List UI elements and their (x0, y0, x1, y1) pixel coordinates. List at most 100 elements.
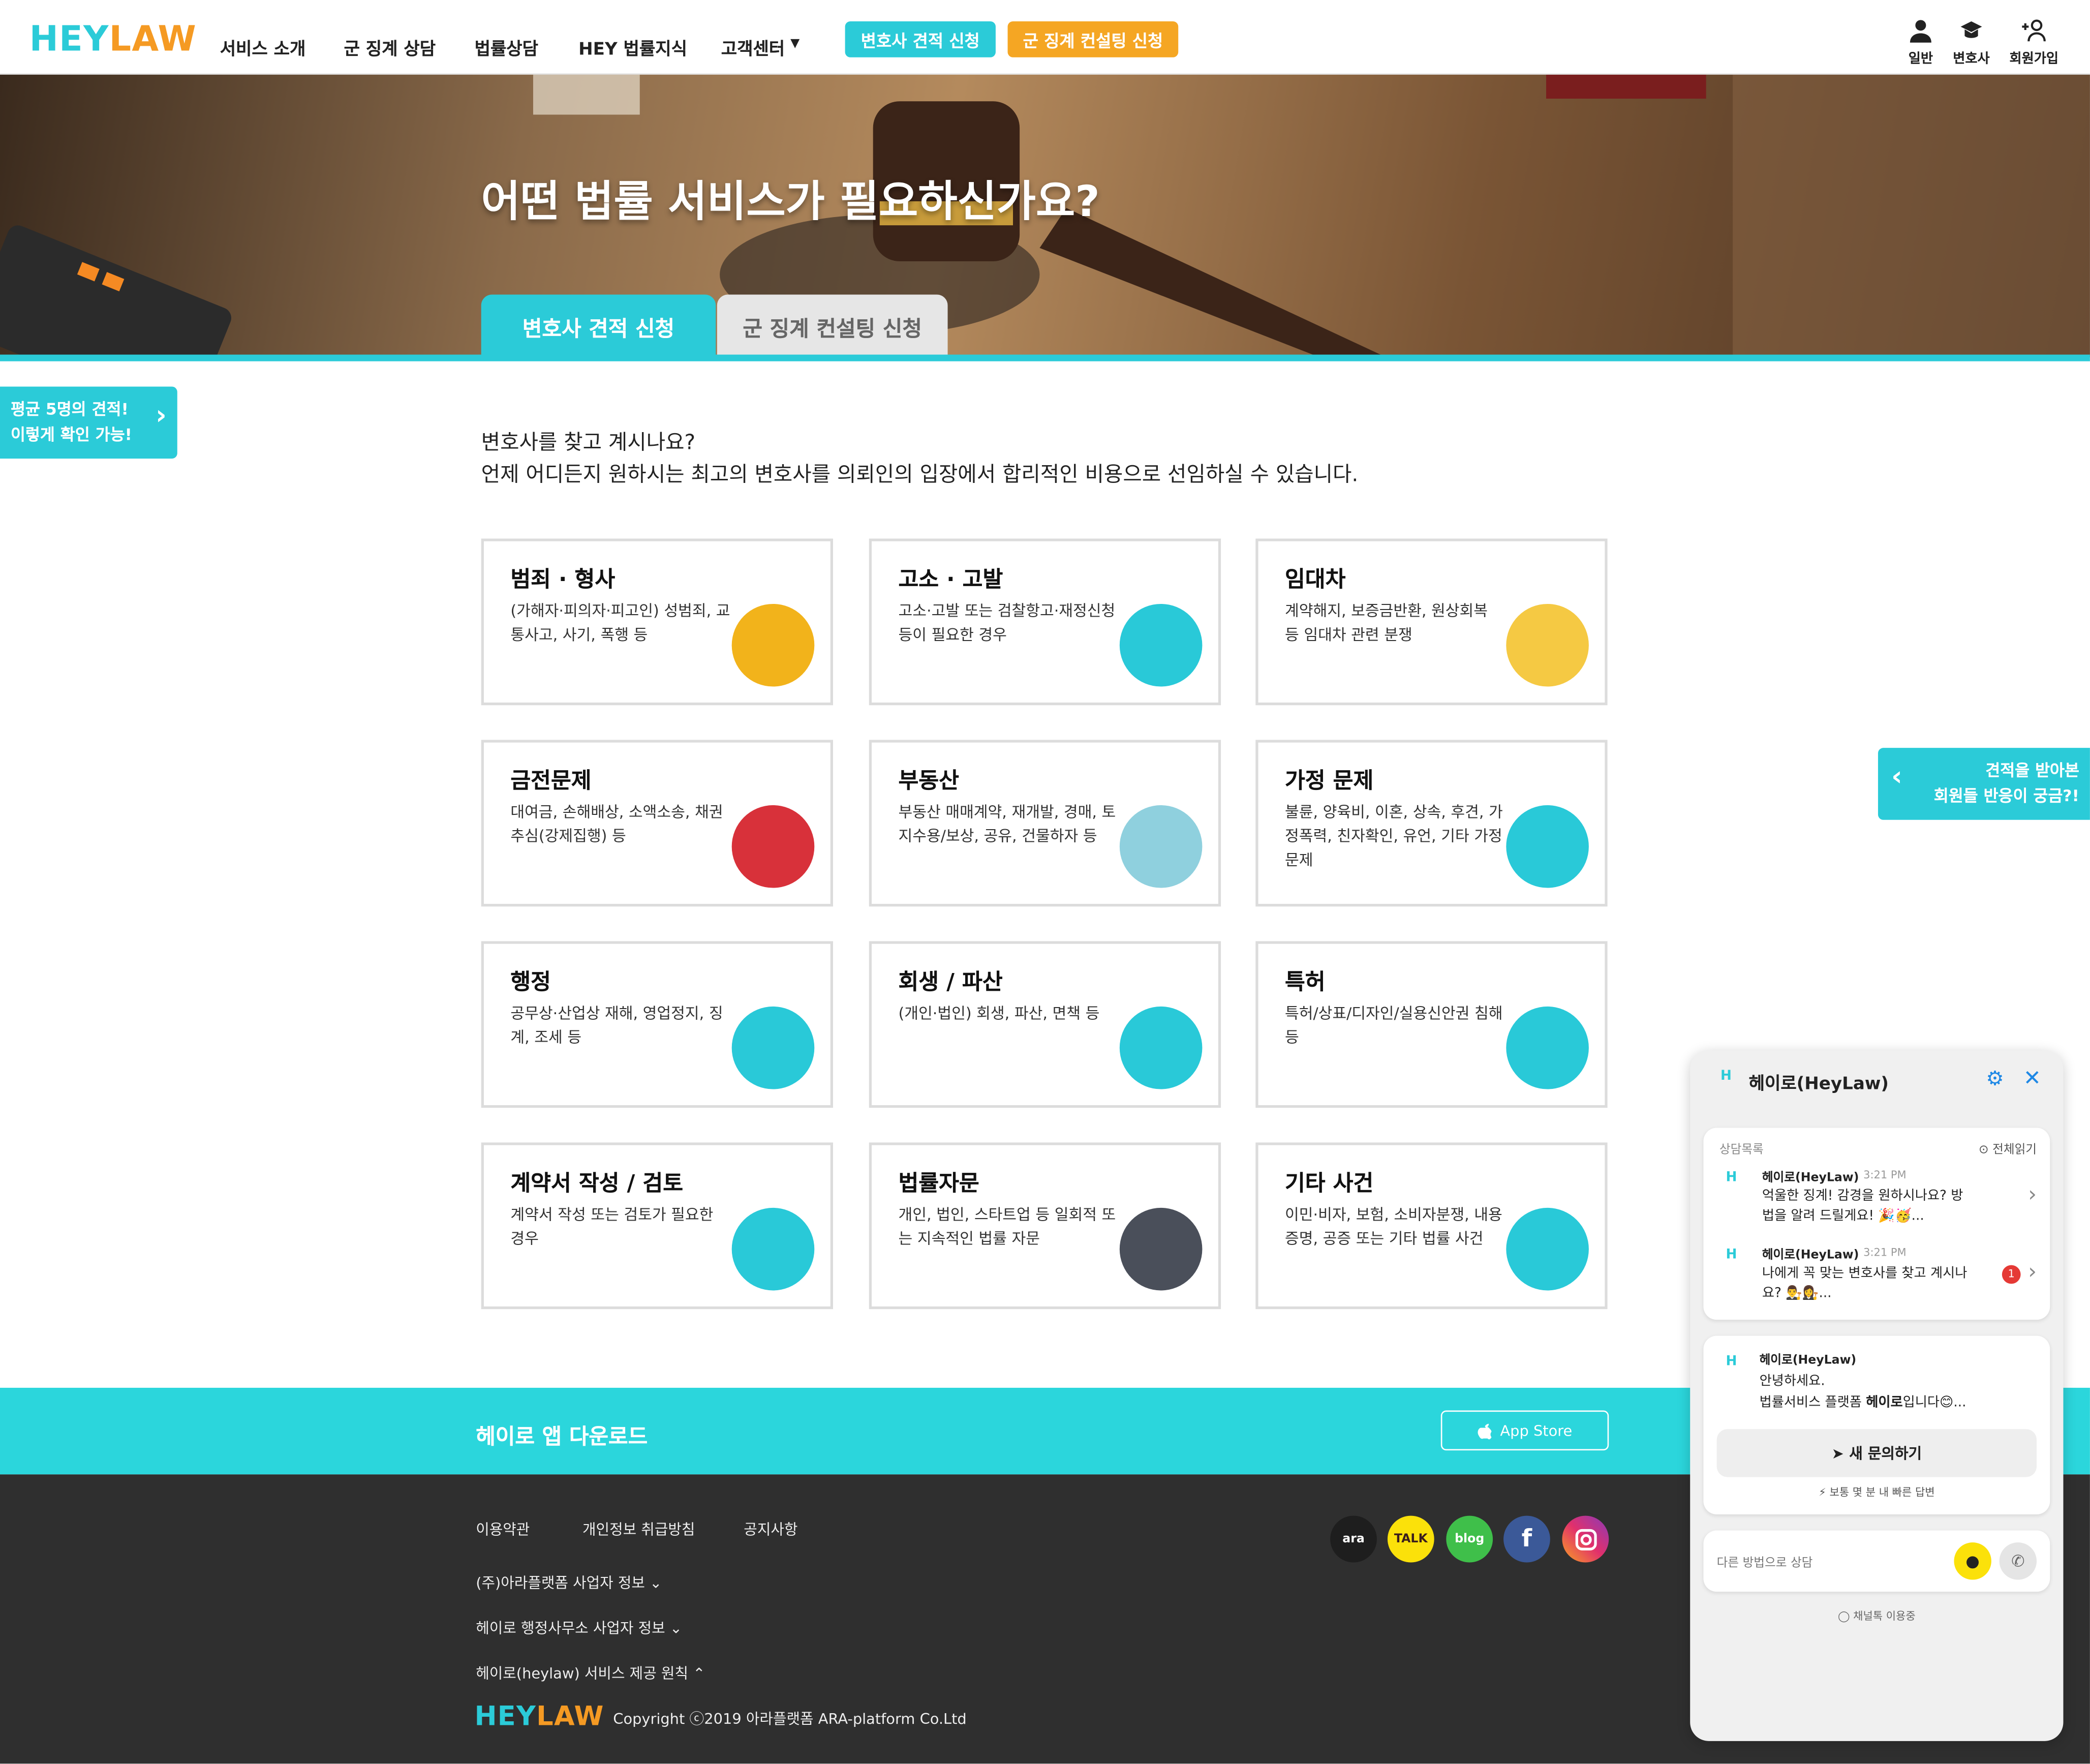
tab-military-consulting[interactable]: 군 징계 컨설팅 신청 (717, 294, 948, 357)
app-download-title: 헤이로 앱 다운로드 (476, 1423, 648, 1449)
category-card[interactable]: 특허특허/상표/디자인/실용신안권 침해 등 (1255, 941, 1608, 1108)
inbox-icon (1506, 1207, 1589, 1291)
chat-widget[interactable]: H 헤이로(HeyLaw) ⚙ ✕ 상담목록 ⊙ 전체읽기 H 헤이로(HeyL… (1690, 1050, 2064, 1741)
footer-biz-info-ara[interactable]: (주)아라플랫폼 사업자 정보 ⌄ (476, 1572, 662, 1593)
footer-service-principles[interactable]: 헤이로(heylaw) 서비스 제공 원칙 ⌃ (476, 1662, 705, 1684)
chevron-left-icon: ‹ (1891, 759, 1902, 792)
app-store-button[interactable]: App Store (1440, 1410, 1609, 1451)
blog-icon[interactable]: blog (1446, 1515, 1493, 1563)
footer-biz-info-office[interactable]: 헤이로 행정사무소 사업자 정보 ⌄ (476, 1617, 682, 1638)
category-description: 고소·고발 또는 검찰항고·재정신청 등이 필요한 경우 (898, 601, 1116, 644)
side-left-line1: 평균 5명의 견적! (10, 400, 129, 419)
send-icon: ➤ (1831, 1444, 1844, 1462)
category-description: (개인·법인) 회생, 파산, 면책 등 (898, 1003, 1100, 1023)
heylaw-logo[interactable]: HEYLAW (29, 20, 197, 60)
hero-banner: 어떤 법률 서비스가 필요하신가요? 변호사 견적 신청 군 징계 컨설팅 신청 (0, 74, 2090, 357)
msg-sender: 헤이로(HeyLaw) (1762, 1172, 1859, 1185)
category-card[interactable]: 고소 · 고발 고소·고발 또는 검찰항고·재정신청 등이 필요한 경우 (869, 538, 1221, 706)
building-icon (1506, 603, 1589, 687)
tab-lawyer-quote[interactable]: 변호사 견적 신청 (481, 294, 716, 357)
lawyer-user-button[interactable]: 변호사 (1945, 19, 1998, 67)
category-card[interactable]: 법률자문 개인, 법인, 스타트업 등 일회적 또는 지속적인 법률 자문 (869, 1142, 1221, 1310)
unread-badge: 1 (2002, 1265, 2021, 1284)
close-icon[interactable]: ✕ (2023, 1065, 2041, 1090)
category-card[interactable]: 금전문제대여금, 손해배상, 소액소송, 채권추심(강제집행) 등 (481, 740, 833, 907)
other-method-box: 다른 방법으로 상담 ● ✆ (1703, 1530, 2050, 1592)
category-card[interactable]: 임대차 계약해지, 보증금반환, 원상회복 등 임대차 관련 분쟁 (1255, 538, 1608, 706)
category-card[interactable]: 범죄 · 형사 (가해자·피의자·피고인) 성범죄, 교통사고, 사기, 폭행 등 (481, 538, 833, 706)
category-title: 법률자문 (898, 1170, 979, 1196)
heylaw-mini-logo: H (1720, 1069, 1732, 1084)
category-title: 기타 사건 (1284, 1170, 1374, 1196)
category-description: 특허/상표/디자인/실용신안권 침해 등 (1284, 1003, 1503, 1047)
add-user-icon (2022, 19, 2046, 42)
kakao-chat-icon[interactable]: ● (1954, 1542, 1991, 1580)
scissors-money-icon (1119, 1006, 1203, 1089)
category-card[interactable]: 기타 사건 이민·비자, 보험, 소비자분쟁, 내용증명, 공증 또는 기타 법률… (1255, 1142, 1608, 1310)
instagram-icon[interactable] (1562, 1515, 1609, 1563)
side-right-line1: 견적을 받아본 (1985, 761, 2079, 780)
category-title: 금전문제 (510, 768, 592, 794)
category-card[interactable]: 가정 문제불륜, 양육비, 이혼, 상속, 후견, 가정폭력, 친자확인, 유언… (1255, 740, 1608, 907)
category-title: 가정 문제 (1284, 768, 1374, 794)
chat-greeting-box: H 헤이로(HeyLaw) 안녕하세요. 법률서비스 플랫폼 헤이로입니다😊..… (1703, 1335, 2050, 1515)
read-all-button[interactable]: ⊙ 전체읽기 (1979, 1140, 2037, 1157)
chat-list-item[interactable]: H 헤이로(HeyLaw) 3:21 PM 나에게 꼭 맞는 변호사를 찾고 계… (1703, 1240, 2050, 1315)
general-user-button[interactable]: 일반 (1894, 19, 1947, 67)
side-right-line2: 회원들 반응이 궁금?! (1933, 786, 2079, 805)
greet-line1: 안녕하세요. (1759, 1374, 1825, 1389)
footer-privacy-link[interactable]: 개인정보 취급방침 (582, 1518, 695, 1540)
military-consulting-button[interactable]: 군 징계 컨설팅 신청 (1007, 21, 1179, 57)
heylaw-mini-logo: H (1726, 1248, 1737, 1263)
category-card[interactable]: 회생 / 파산 (개인·법인) 회생, 파산, 면책 등 (869, 941, 1221, 1108)
money-bag-icon (731, 1006, 815, 1089)
msg-time: 3:21 PM (1863, 1169, 1907, 1181)
nav-legal-consult[interactable]: 법률상담 (475, 35, 538, 60)
footer-notice-link[interactable]: 공지사항 (744, 1518, 797, 1540)
category-title: 계약서 작성 / 검토 (510, 1170, 684, 1196)
handshake-icon (1119, 1207, 1203, 1291)
category-title: 임대차 (1284, 566, 1346, 592)
footer-logo: HEYLAW (474, 1699, 604, 1732)
chat-title: 헤이로(HeyLaw) (1748, 1074, 1889, 1094)
kakao-talk-icon[interactable]: TALK (1387, 1515, 1434, 1563)
nav-military-consult[interactable]: 군 징계 상담 (344, 35, 436, 60)
category-title: 부동산 (898, 768, 959, 794)
top-header: HEYLAW 서비스 소개 군 징계 상담 법률상담 HEY 법률지식 고객센터… (0, 0, 2090, 75)
msg-sender: 헤이로(HeyLaw) (1762, 1249, 1859, 1263)
family-icon (1506, 805, 1589, 888)
heylaw-mini-logo: H (1726, 1354, 1737, 1370)
money-icon (731, 805, 815, 888)
handcuffs-icon (731, 603, 815, 687)
nav-hey-knowledge[interactable]: HEY 법률지식 (578, 35, 687, 60)
category-description: (가해자·피의자·피고인) 성범죄, 교통사고, 사기, 폭행 등 (510, 601, 730, 644)
side-banner-right[interactable]: 견적을 받아본 회원들 반응이 궁금?! ‹ (1878, 748, 2090, 820)
certificate-icon (1506, 1006, 1589, 1089)
phone-icon[interactable]: ✆ (1999, 1542, 2037, 1580)
gear-icon[interactable]: ⚙ (1986, 1067, 2004, 1090)
footer-terms-link[interactable]: 이용약관 (476, 1518, 530, 1540)
tab-underline (0, 354, 2090, 361)
side-banner-left[interactable]: 평균 5명의 견적! 이렇게 확인 가능! › (0, 386, 177, 459)
category-description: 대여금, 손해배상, 소액소송, 채권추심(강제집행) 등 (510, 802, 723, 845)
lawyer-quote-button[interactable]: 변호사 견적 신청 (845, 21, 996, 57)
chat-list-item[interactable]: H 헤이로(HeyLaw) 3:21 PM 억울한 징계! 감경을 원하시나요?… (1703, 1163, 2050, 1237)
category-card[interactable]: 부동산 부동산 매매계약, 재개발, 경매, 토지수용/보상, 공유, 건물하자 … (869, 740, 1221, 907)
category-card[interactable]: 행정 공무상·산업상 재해, 영업정지, 징계, 조세 등 (481, 941, 833, 1108)
person-icon (1910, 20, 1931, 43)
ara-social-icon[interactable]: ara (1330, 1515, 1377, 1563)
category-description: 불륜, 양육비, 이혼, 상속, 후견, 가정폭력, 친자확인, 유언, 기타 … (1284, 802, 1503, 869)
gavel-icon (1119, 603, 1203, 687)
category-description: 공무상·산업상 재해, 영업정지, 징계, 조세 등 (510, 1003, 723, 1047)
category-title: 특허 (1284, 969, 1326, 995)
category-card[interactable]: 계약서 작성 / 검토계약서 작성 또는 검토가 필요한 경우 (481, 1142, 833, 1310)
signup-button[interactable]: 회원가입 (2007, 19, 2061, 67)
reply-time-note: ⚡ 보통 몇 분 내 빠른 답변 (1819, 1486, 1935, 1499)
nav-customer-center[interactable]: 고객센터 (721, 35, 785, 60)
category-title: 범죄 · 형사 (510, 566, 616, 592)
facebook-icon[interactable]: f (1503, 1515, 1550, 1563)
new-inquiry-button[interactable]: ➤ 새 문의하기 (1716, 1429, 2037, 1477)
category-description: 계약서 작성 또는 검토가 필요한 경우 (510, 1205, 714, 1248)
nav-service-intro[interactable]: 서비스 소개 (220, 35, 306, 60)
hero-title: 어떤 법률 서비스가 필요하신가요? (481, 176, 1100, 227)
